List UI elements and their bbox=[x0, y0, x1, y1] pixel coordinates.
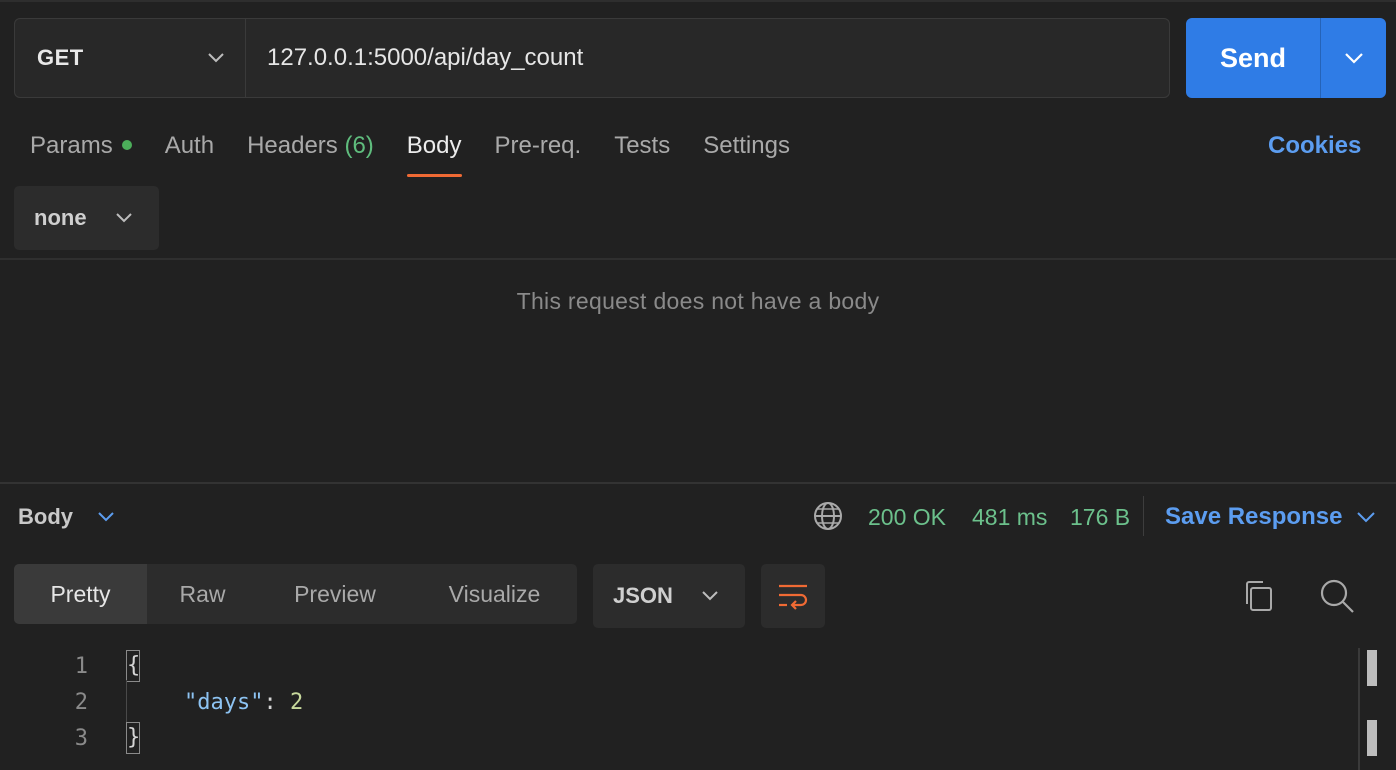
tab-tests[interactable]: Tests bbox=[614, 126, 670, 166]
tab-pre-request-label: Pre-req. bbox=[494, 132, 582, 159]
tab-body-label: Body bbox=[406, 132, 462, 159]
search-icon[interactable] bbox=[1319, 578, 1355, 614]
json-key: "days" bbox=[184, 690, 264, 715]
format-label: JSON bbox=[613, 583, 673, 608]
view-tab-preview[interactable]: Preview bbox=[258, 564, 412, 624]
tab-params[interactable]: Params bbox=[30, 126, 132, 166]
view-tab-pretty[interactable]: Pretty bbox=[14, 564, 147, 624]
chevron-down-icon bbox=[702, 591, 718, 601]
send-button-group: Send bbox=[1186, 18, 1386, 98]
top-border bbox=[0, 0, 1396, 2]
body-type-select[interactable]: none bbox=[14, 186, 159, 250]
response-code-editor[interactable]: 1 2 3 { "days": 2 } bbox=[0, 648, 1396, 770]
line-number: 3 bbox=[74, 726, 88, 751]
separator bbox=[1143, 496, 1144, 536]
code-line: "days": 2 bbox=[184, 690, 303, 715]
view-tab-raw[interactable]: Raw bbox=[147, 564, 258, 624]
json-colon: : bbox=[263, 690, 290, 715]
tab-settings[interactable]: Settings bbox=[703, 126, 790, 166]
tab-settings-label: Settings bbox=[703, 132, 790, 159]
wrap-lines-icon bbox=[779, 584, 808, 610]
view-tab-visualize[interactable]: Visualize bbox=[412, 564, 577, 624]
line-number: 1 bbox=[74, 654, 88, 679]
pane-resize-divider[interactable] bbox=[0, 482, 1396, 484]
open-brace: { bbox=[126, 650, 140, 682]
response-section-label: Body bbox=[18, 504, 73, 529]
chevron-down-icon bbox=[116, 213, 132, 223]
globe-icon[interactable] bbox=[812, 500, 844, 532]
copy-icon[interactable] bbox=[1241, 578, 1275, 614]
format-select[interactable]: JSON bbox=[593, 564, 745, 628]
params-indicator-dot bbox=[121, 139, 132, 150]
save-response-label: Save Response bbox=[1165, 503, 1343, 530]
tab-body[interactable]: Body bbox=[406, 126, 462, 177]
scrollbar-thumb[interactable] bbox=[1367, 650, 1377, 686]
response-view-tabs: Pretty Raw Preview Visualize bbox=[14, 564, 577, 624]
wrap-lines-button[interactable] bbox=[761, 564, 825, 628]
headers-count: (6) bbox=[344, 132, 374, 159]
status-code[interactable]: 200 OK bbox=[868, 500, 946, 534]
json-value: 2 bbox=[289, 690, 304, 715]
tab-headers[interactable]: Headers (6) bbox=[247, 126, 374, 166]
no-body-message: This request does not have a body bbox=[516, 288, 880, 314]
body-type-label: none bbox=[34, 205, 87, 230]
method-label: GET bbox=[37, 45, 84, 70]
chevron-down-icon bbox=[208, 53, 224, 63]
chevron-down-icon bbox=[98, 512, 114, 522]
tab-pre-request[interactable]: Pre-req. bbox=[495, 126, 582, 166]
url-input[interactable]: 127.0.0.1:5000/api/day_count bbox=[246, 19, 1169, 97]
scrollbar-track[interactable] bbox=[1358, 648, 1360, 770]
response-time[interactable]: 481 ms bbox=[972, 500, 1047, 534]
send-options-button[interactable] bbox=[1320, 18, 1386, 98]
save-response-button[interactable]: Save Response bbox=[1165, 500, 1376, 534]
close-brace: } bbox=[126, 722, 140, 754]
cookies-link[interactable]: Cookies bbox=[1268, 126, 1361, 166]
tab-auth[interactable]: Auth bbox=[165, 126, 214, 166]
response-section-select[interactable]: Body bbox=[18, 500, 115, 534]
tab-headers-label: Headers bbox=[247, 132, 338, 159]
response-size[interactable]: 176 B bbox=[1070, 500, 1130, 534]
divider bbox=[0, 258, 1396, 260]
tab-params-label: Params bbox=[30, 132, 113, 159]
tab-auth-label: Auth bbox=[164, 132, 215, 159]
chevron-down-icon bbox=[1344, 53, 1363, 64]
url-bar: GET 127.0.0.1:5000/api/day_count bbox=[14, 18, 1170, 98]
line-number: 2 bbox=[74, 690, 88, 715]
scrollbar-thumb[interactable] bbox=[1367, 720, 1377, 756]
chevron-down-icon bbox=[1357, 512, 1376, 523]
request-tabs: Params Auth Headers (6) Body Pre-req. Te… bbox=[30, 126, 823, 178]
method-select[interactable]: GET bbox=[15, 19, 246, 97]
tab-tests-label: Tests bbox=[614, 132, 671, 159]
send-button[interactable]: Send bbox=[1186, 18, 1320, 98]
